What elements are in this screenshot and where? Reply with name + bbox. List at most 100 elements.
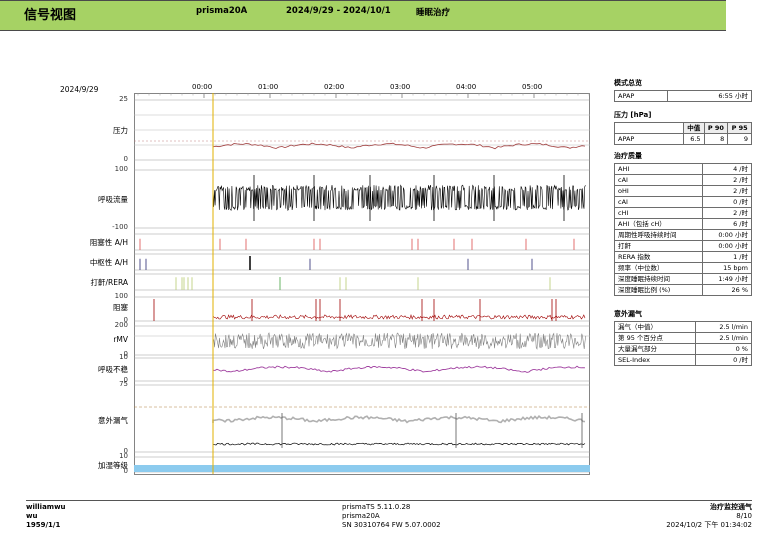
axis-max-label: 25: [119, 95, 128, 103]
table-row: 大量漏气部分 0 %: [613, 343, 752, 355]
table-row: APAP 6:55 小时: [613, 90, 752, 102]
table-row: 周期性呼吸持续时间 0:00 小时: [614, 229, 753, 241]
row-value: 0:00 小时: [701, 229, 753, 241]
row-name: 周期性呼吸持续时间: [614, 229, 703, 241]
row-label: 打鼾/RERA: [90, 278, 128, 287]
pressure-section-title: 压力 [hPa]: [614, 111, 652, 119]
row-label: rMV: [113, 335, 128, 344]
row-value: 6:55 小时: [667, 90, 752, 102]
row-value: 1 /时: [701, 251, 753, 263]
table-header-row: 中值 P 90 P 95: [614, 122, 752, 134]
table-row: RERA 指数 1 /时: [614, 251, 753, 263]
axis-min-label: 0: [123, 467, 128, 475]
footer-report-block: 治疗监控通气 8/10 2024/10/2 下午 01:34:02: [620, 503, 752, 530]
header-blank: [614, 122, 684, 134]
footer-birth: 1959/1/1: [26, 521, 61, 529]
signal-chart: [134, 93, 590, 475]
flow-trace: [212, 184, 586, 212]
row-value: 26 %: [701, 284, 753, 296]
footer-user-short: wu: [26, 512, 38, 520]
humidity-bar: [134, 465, 590, 472]
row-name: 深度睡眠比例 (%): [614, 284, 703, 296]
row-name: 第 95 个百分点: [613, 332, 697, 344]
row-label: 中枢性 A/H: [89, 258, 128, 267]
axis-max-label: 200: [114, 321, 128, 329]
row-name: oHI: [614, 185, 703, 197]
row-value: 9: [727, 133, 752, 145]
row-value: 6 /时: [701, 218, 753, 230]
table-row: 第 95 个百分点 2.5 l/min: [613, 332, 752, 344]
row-value: 2 /时: [701, 174, 753, 186]
device-name: prisma20A: [196, 6, 248, 16]
table-row: 深度睡眠比例 (%) 26 %: [614, 284, 753, 296]
footer-divider: [26, 500, 752, 501]
row-label: 阻塞性 A/H: [89, 238, 128, 247]
row-label: 阻塞: [113, 303, 128, 312]
pressure-trace: [212, 142, 586, 153]
row-value: 2 /时: [701, 207, 753, 219]
row-value: 0:00 小时: [701, 240, 753, 252]
footer-software: prismaTS 5.11.0.28: [342, 503, 411, 511]
axis-max-label: 100: [114, 292, 128, 300]
time-tick-label: 05:00: [522, 83, 543, 91]
time-tick-label: 01:00: [258, 83, 279, 91]
row-value: 0 /时: [701, 196, 753, 208]
column-header: 中值: [683, 122, 705, 134]
row-value: 0 %: [695, 343, 752, 355]
footer-user-block: williamwu wu 1959/1/1: [26, 503, 66, 530]
row-value: 6.5: [683, 133, 705, 145]
row-name: RERA 指数: [614, 251, 703, 263]
table-row: AHI 4 /时: [614, 163, 753, 175]
row-name: APAP: [613, 90, 669, 102]
row-value: 15 bpm: [701, 262, 753, 274]
table-row: 深度睡眠持续时间 1:49 小时: [614, 273, 753, 285]
quality-section-title: 治疗质量: [614, 152, 642, 160]
date-range: 2024/9/29 - 2024/10/1: [286, 6, 391, 16]
table-row: AHI（包括 cH） 6 /时: [614, 218, 753, 230]
table-row: cHI 2 /时: [614, 207, 753, 219]
row-value: 4 /时: [701, 163, 753, 175]
table-row: APAP 6.5 8 9: [614, 133, 752, 145]
row-name: SEL-Index: [613, 354, 697, 366]
leak-section-title: 意外漏气: [614, 310, 642, 318]
axis-max-label: 10: [119, 353, 128, 361]
row-value: 2 /时: [701, 185, 753, 197]
time-tick-label: 02:00: [324, 83, 345, 91]
row-value: 1:49 小时: [701, 273, 753, 285]
quality-table: AHI 4 /时 cAI 2 /时 oHI 2 /时 cAI 0 /时 cHI 2 /时 AHI（包…: [614, 163, 753, 296]
axis-min-label: 0: [123, 155, 128, 163]
table-row: 漏气（中值） 2.5 l/min: [613, 321, 752, 333]
table-row: SEL-Index 0 /时: [613, 354, 752, 366]
leak-table: 漏气（中值） 2.5 l/min 第 95 个百分点 2.5 l/min 大量漏气部分 0…: [613, 321, 752, 366]
row-value: 0 /时: [695, 354, 752, 366]
time-tick-label: 00:00: [192, 83, 213, 91]
row-name: 大量漏气部分: [613, 343, 697, 355]
footer-printed: 2024/10/2 下午 01:34:02: [666, 521, 752, 529]
axis-min-label: -100: [112, 223, 128, 231]
row-label: 呼吸流量: [98, 195, 128, 204]
mode-section-title: 模式总览: [614, 79, 642, 87]
row-name: AHI（包括 cH）: [614, 218, 703, 230]
row-name: cAI: [614, 196, 703, 208]
row-value: 2.5 l/min: [695, 321, 752, 333]
table-row: oHI 2 /时: [614, 185, 753, 197]
table-row: 频率（中位数） 15 bpm: [614, 262, 753, 274]
axis-max-label: 75: [119, 380, 128, 388]
footer-page: 8/10: [736, 512, 752, 520]
pressure-table: 中值 P 90 P 95 APAP 6.5 8 9: [614, 122, 752, 145]
footer-report: 治疗监控通气: [710, 503, 752, 511]
table-row: cAI 0 /时: [614, 196, 753, 208]
chart-date: 2024/9/29: [60, 85, 99, 94]
row-name: 打鼾: [614, 240, 703, 252]
footer-device-block: prismaTS 5.11.0.28 prisma20A SN 30310764…: [342, 503, 441, 530]
row-label: 压力: [113, 126, 128, 135]
time-tick-label: 03:00: [390, 83, 411, 91]
row-value: 8: [703, 133, 729, 145]
axis-max-label: 100: [114, 165, 128, 173]
table-row: cAI 2 /时: [614, 174, 753, 186]
row-name: 频率（中位数）: [614, 262, 703, 274]
row-value: 2.5 l/min: [695, 332, 752, 344]
leak-trace: [212, 414, 586, 424]
row-name: APAP: [614, 133, 684, 145]
row-name: AHI: [614, 163, 703, 175]
